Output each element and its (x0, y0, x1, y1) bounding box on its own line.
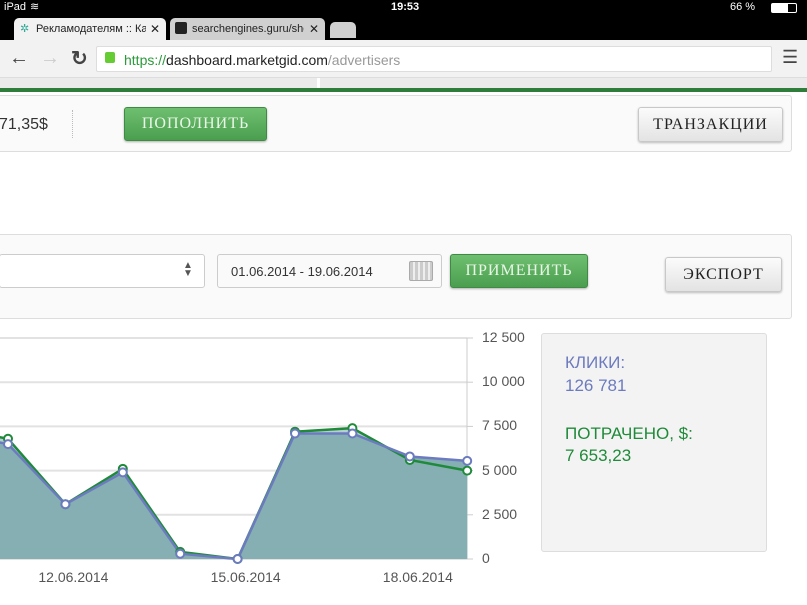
address-bar[interactable]: https://dashboard.marketgid.com/advertis… (96, 46, 772, 72)
clicks-point (404, 451, 415, 462)
y-tick-label: 7 500 (482, 417, 518, 434)
url-scheme: https:// (124, 52, 167, 68)
url-path: /advertisers (327, 52, 401, 68)
new-tab-button[interactable] (330, 22, 356, 38)
spent-label: ПОТРАЧЕНО, $: (565, 424, 693, 443)
x-tick-label: 18.06.2014 (382, 569, 453, 585)
divider (72, 110, 73, 138)
date-range-value: 01.06.2014 - 19.06.2014 (231, 264, 373, 279)
stats-chart (0, 337, 473, 564)
clicks-label: КЛИКИ: (565, 353, 626, 372)
y-tick-label: 2 500 (482, 505, 518, 522)
lock-icon (105, 52, 115, 63)
clicks-value: 126 781 (565, 376, 627, 395)
page-header-strip (0, 78, 807, 88)
status-bar: iPad ≋ 19:53 66 % (0, 0, 807, 15)
close-tab-icon[interactable]: ✕ (150, 22, 160, 36)
clicks-point (232, 554, 243, 564)
tab-label: searchengines.guru/showthread (192, 23, 304, 35)
header-accent-line (0, 88, 807, 92)
apply-button[interactable]: ПРИМЕНИТЬ (450, 254, 588, 288)
tab-strip: ✲ Рекламодателям :: Кабинет ✕ searchengi… (0, 15, 807, 40)
battery-icon (771, 3, 797, 13)
wifi-icon: ≋ (30, 1, 40, 13)
x-tick-label: 12.06.2014 (38, 569, 109, 585)
filter-panel: ▲ ▼ 01.06.2014 - 19.06.2014 ПРИМЕНИТЬ ЭКС… (0, 234, 792, 319)
tab-advertisers[interactable]: ✲ Рекламодателям :: Кабинет ✕ (14, 18, 166, 40)
clicks-point (60, 499, 71, 510)
y-tick-label: 12 500 (482, 329, 525, 345)
battery-percent: 66 % (730, 1, 756, 13)
select-arrows-icon: ▲ ▼ (183, 260, 193, 279)
url-host: dashboard.marketgid.com (166, 52, 328, 68)
forward-icon[interactable]: → (40, 47, 60, 70)
y-tick-label: 5 000 (482, 461, 518, 478)
transactions-button[interactable]: ТРАНЗАКЦИИ (638, 107, 783, 142)
close-tab-icon[interactable]: ✕ (309, 22, 319, 36)
y-tick-label: 0 (482, 550, 490, 566)
balance-amount: 71,35$ (0, 116, 48, 133)
topup-button[interactable]: ПОПОЛНИТЬ (124, 107, 267, 141)
spent-point (462, 465, 473, 476)
export-button[interactable]: ЭКСПОРТ (665, 257, 782, 292)
campaign-select[interactable]: ▲ ▼ (0, 254, 205, 288)
site-favicon-icon (175, 22, 187, 34)
site-favicon-icon: ✲ (20, 23, 30, 35)
clicks-point (462, 455, 473, 466)
clicks-point (175, 548, 186, 559)
spent-area (0, 428, 468, 559)
x-tick-label: 15.06.2014 (210, 569, 281, 585)
reload-icon[interactable]: ↻ (71, 46, 88, 71)
clicks-point (117, 467, 128, 478)
tab-label: Рекламодателям :: Кабинет (36, 23, 146, 35)
balance-panel: 71,35$ ПОПОЛНИТЬ ТРАНЗАКЦИИ (0, 95, 792, 152)
date-range-input[interactable]: 01.06.2014 - 19.06.2014 (217, 254, 442, 288)
menu-icon[interactable]: ☰ (782, 47, 798, 68)
clicks-point (3, 439, 13, 450)
clicks-point (290, 428, 300, 439)
clicks-point (347, 428, 358, 439)
clock: 19:53 (391, 1, 420, 13)
tab-searchengines[interactable]: searchengines.guru/showthread ✕ (170, 18, 325, 40)
calendar-icon[interactable] (409, 261, 433, 281)
spent-value: 7 653,23 (565, 446, 632, 465)
back-icon[interactable]: ← (9, 47, 29, 70)
y-tick-label: 10 000 (482, 373, 525, 390)
summary-card: КЛИКИ: 126 781 ПОТРАЧЕНО, $: 7 653,23 (541, 333, 767, 552)
device-label: iPad (4, 1, 27, 13)
